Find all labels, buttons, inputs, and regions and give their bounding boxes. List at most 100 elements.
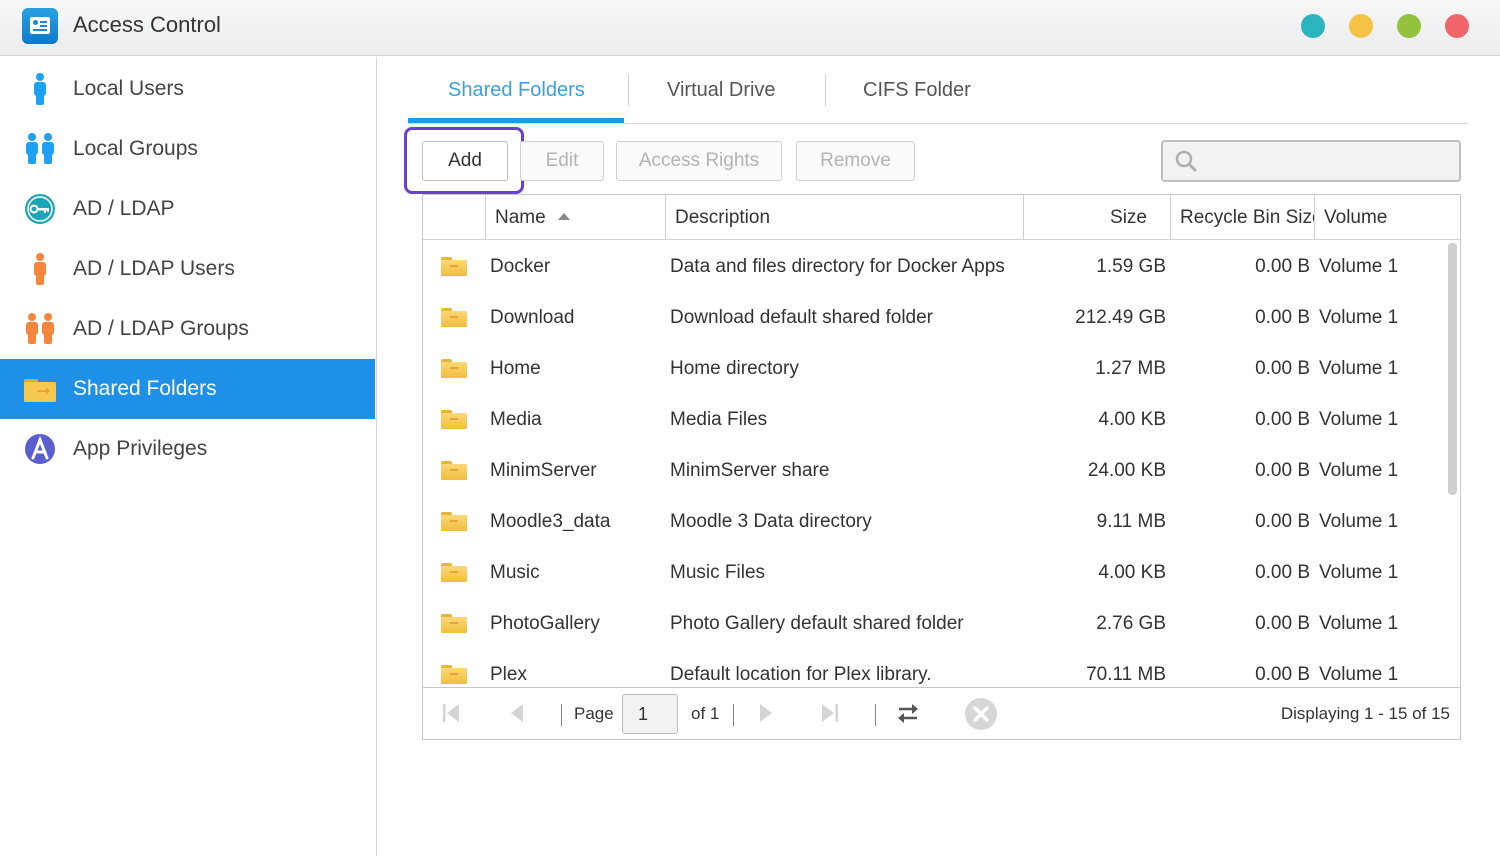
sidebar-item-label: Local Users bbox=[73, 77, 184, 100]
cell-recycle-bin-size: 0.00 B bbox=[1255, 511, 1310, 532]
cell-description: Download default shared folder bbox=[670, 307, 934, 328]
cell-recycle-bin-size: 0.00 B bbox=[1255, 256, 1310, 277]
window-dot-minimize[interactable] bbox=[1349, 14, 1373, 38]
column-header-size[interactable]: Size bbox=[1023, 195, 1147, 240]
cell-size: 9.11 MB bbox=[1096, 511, 1166, 532]
shared-folders-grid: Name Description Size Recycle Bin Size V… bbox=[422, 194, 1461, 740]
cell-name: Plex bbox=[490, 664, 527, 685]
column-header-description[interactable]: Description bbox=[675, 195, 770, 240]
folder-icon bbox=[441, 614, 467, 633]
refresh-icon[interactable] bbox=[896, 700, 920, 726]
folder-icon bbox=[441, 308, 467, 327]
ad-ldap-key-icon bbox=[25, 194, 55, 224]
table-row[interactable]: Music Music Files 4.00 KB 0.00 B Volume … bbox=[423, 547, 1445, 598]
cell-volume: Volume 1 bbox=[1319, 511, 1399, 532]
sidebar-item-ad-ldap[interactable]: AD / LDAP bbox=[0, 179, 375, 239]
table-row[interactable]: Media Media Files 4.00 KB 0.00 B Volume … bbox=[423, 394, 1445, 445]
folder-icon bbox=[441, 257, 467, 276]
cell-volume: Volume 1 bbox=[1319, 460, 1399, 481]
table-row[interactable]: Plex Default location for Plex library. … bbox=[423, 649, 1445, 687]
column-separator bbox=[1170, 195, 1171, 240]
cell-description: Photo Gallery default shared folder bbox=[670, 613, 964, 634]
local-user-icon bbox=[34, 73, 46, 105]
cell-volume: Volume 1 bbox=[1319, 307, 1399, 328]
folder-icon bbox=[441, 512, 467, 531]
page-number-input[interactable]: 1 bbox=[622, 694, 678, 734]
window-dot-teal[interactable] bbox=[1301, 14, 1325, 38]
access-rights-button[interactable]: Access Rights bbox=[616, 141, 782, 181]
sidebar-item-label: Shared Folders bbox=[73, 377, 217, 400]
cell-size: 1.59 GB bbox=[1096, 256, 1166, 277]
window-dot-close[interactable] bbox=[1445, 14, 1469, 38]
column-separator bbox=[665, 195, 666, 240]
cell-size: 2.76 GB bbox=[1096, 613, 1166, 634]
table-row[interactable]: Docker Data and files directory for Dock… bbox=[423, 241, 1445, 292]
remove-button[interactable]: Remove bbox=[796, 141, 915, 181]
active-tab-indicator bbox=[408, 118, 624, 123]
edit-button[interactable]: Edit bbox=[520, 141, 604, 181]
cell-size: 4.00 KB bbox=[1098, 562, 1166, 583]
sidebar-item-label: App Privileges bbox=[73, 437, 208, 460]
table-row[interactable]: PhotoGallery Photo Gallery default share… bbox=[423, 598, 1445, 649]
shared-folder-icon bbox=[24, 379, 56, 402]
tab-cifs-folder[interactable]: CIFS Folder bbox=[863, 79, 971, 102]
scrollbar-thumb[interactable] bbox=[1448, 243, 1457, 495]
cell-name: MinimServer bbox=[490, 460, 597, 481]
table-row[interactable]: Moodle3_data Moodle 3 Data directory 9.1… bbox=[423, 496, 1445, 547]
sidebar-item-local-users[interactable]: Local Users bbox=[0, 59, 375, 119]
cell-recycle-bin-size: 0.00 B bbox=[1255, 358, 1310, 379]
tab-virtual-drive[interactable]: Virtual Drive bbox=[667, 79, 776, 102]
page-count-label: of 1 bbox=[691, 704, 720, 723]
cell-name: Media bbox=[490, 409, 542, 430]
column-header-recycle-bin-size[interactable]: Recycle Bin Size bbox=[1180, 195, 1315, 240]
window-dot-maximize[interactable] bbox=[1397, 14, 1421, 38]
cell-volume: Volume 1 bbox=[1319, 358, 1399, 379]
sidebar-item-local-groups[interactable]: Local Groups bbox=[0, 119, 375, 179]
sidebar-item-app-privileges[interactable]: App Privileges bbox=[0, 419, 375, 479]
folder-icon bbox=[441, 359, 467, 378]
first-page-icon[interactable] bbox=[441, 702, 461, 724]
cell-recycle-bin-size: 0.00 B bbox=[1255, 307, 1310, 328]
cell-name: Moodle3_data bbox=[490, 511, 611, 532]
column-header-volume[interactable]: Volume bbox=[1324, 195, 1387, 240]
search-input[interactable] bbox=[1161, 140, 1461, 182]
column-header-name[interactable]: Name bbox=[495, 195, 570, 240]
cell-name: Home bbox=[490, 358, 541, 379]
cell-recycle-bin-size: 0.00 B bbox=[1255, 460, 1310, 481]
window-title: Access Control bbox=[73, 12, 221, 37]
table-row[interactable]: Home Home directory 1.27 MB 0.00 B Volum… bbox=[423, 343, 1445, 394]
cell-volume: Volume 1 bbox=[1319, 664, 1399, 685]
cell-size: 1.27 MB bbox=[1095, 358, 1166, 379]
cell-volume: Volume 1 bbox=[1319, 409, 1399, 430]
previous-page-icon[interactable] bbox=[507, 702, 527, 724]
cell-description: Data and files directory for Docker Apps bbox=[670, 256, 1005, 277]
vertical-scrollbar[interactable] bbox=[1445, 241, 1460, 687]
cell-size: 70.11 MB bbox=[1086, 664, 1166, 685]
sidebar-item-shared-folders[interactable]: Shared Folders bbox=[0, 359, 375, 419]
local-groups-icon bbox=[26, 133, 54, 164]
tab-shared-folders[interactable]: Shared Folders bbox=[448, 79, 585, 102]
grid-header: Name Description Size Recycle Bin Size V… bbox=[423, 195, 1460, 240]
folder-icon bbox=[441, 563, 467, 582]
ad-ldap-user-icon bbox=[34, 253, 46, 285]
table-row[interactable]: Download Download default shared folder … bbox=[423, 292, 1445, 343]
title-bar: Access Control bbox=[0, 0, 1500, 56]
next-page-icon[interactable] bbox=[756, 702, 776, 724]
sidebar-item-label: AD / LDAP Groups bbox=[73, 317, 249, 340]
pagination-bar: Page 1 of 1 Displaying 1 - 15 of 15 bbox=[423, 687, 1460, 739]
cell-size: 24.00 KB bbox=[1087, 460, 1166, 481]
cell-description: MinimServer share bbox=[670, 460, 830, 481]
clear-filter-icon[interactable] bbox=[964, 697, 998, 731]
sidebar-item-ad-ldap-users[interactable]: AD / LDAP Users bbox=[0, 239, 375, 299]
ad-ldap-groups-icon bbox=[26, 313, 54, 344]
cell-volume: Volume 1 bbox=[1319, 562, 1399, 583]
cell-name: Download bbox=[490, 307, 575, 328]
table-row[interactable]: MinimServer MinimServer share 24.00 KB 0… bbox=[423, 445, 1445, 496]
pager-separator bbox=[733, 704, 734, 726]
tab-separator bbox=[825, 74, 826, 106]
last-page-icon[interactable] bbox=[820, 702, 840, 724]
sidebar-item-ad-ldap-groups[interactable]: AD / LDAP Groups bbox=[0, 299, 375, 359]
add-button[interactable]: Add bbox=[422, 141, 508, 181]
page-label: Page bbox=[574, 704, 614, 723]
cell-size: 212.49 GB bbox=[1075, 307, 1166, 328]
